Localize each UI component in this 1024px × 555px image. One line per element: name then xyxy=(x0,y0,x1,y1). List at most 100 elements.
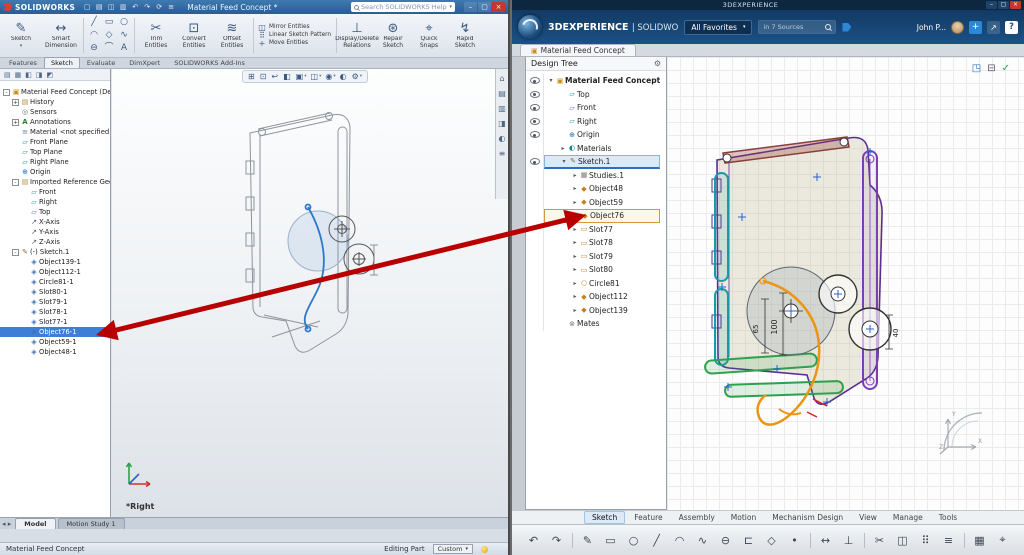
sketch-pencil-icon[interactable]: ✎ xyxy=(580,534,596,547)
tree-expander-icon[interactable]: ▸ xyxy=(559,145,567,152)
rebuild-icon[interactable]: ⟳ xyxy=(154,3,164,11)
add-content-button[interactable]: + xyxy=(969,21,982,34)
line-icon[interactable]: ╱ xyxy=(649,534,665,547)
offset-entities-button[interactable]: ≋ Offset Entities xyxy=(214,15,250,56)
sw-resources-icon[interactable]: ⌂ xyxy=(499,74,504,83)
design-tree-item[interactable]: ▸ Materials xyxy=(526,142,666,156)
separator[interactable] xyxy=(964,533,965,548)
feature-tree-item[interactable]: - (-) Sketch.1 xyxy=(0,247,110,257)
restore-button[interactable]: ▢ xyxy=(998,1,1009,9)
point-icon[interactable]: • xyxy=(787,534,803,547)
new-document-icon[interactable]: ▢ xyxy=(82,3,92,11)
fillet-tool-icon[interactable]: ⌒ xyxy=(102,42,116,55)
design-library-icon[interactable]: ▤ xyxy=(498,89,506,98)
visibility-eye-icon[interactable] xyxy=(530,104,540,111)
configurations-tab-icon[interactable]: ◧ xyxy=(25,71,32,79)
tab-assembly[interactable]: Assembly xyxy=(672,512,722,523)
feature-tree-item[interactable]: Right Plane xyxy=(0,157,110,167)
visibility-eye-icon[interactable] xyxy=(530,118,540,125)
mirror-icon[interactable]: ◫ xyxy=(895,534,911,547)
redo-icon[interactable]: ↷ xyxy=(549,534,565,547)
circle-icon[interactable]: ○ xyxy=(626,534,642,547)
search-scope-caret-icon[interactable]: ▾ xyxy=(449,4,452,10)
separator[interactable] xyxy=(572,533,573,548)
feature-tree-item[interactable]: Material <not specified> xyxy=(0,127,110,137)
units-selector[interactable]: Custom ▾ xyxy=(433,544,473,554)
design-tree-item[interactable]: ▾ Sketch.1 xyxy=(526,155,666,169)
tree-expander-icon[interactable]: ▸ xyxy=(571,239,579,246)
polygon-tool-icon[interactable]: ◇ xyxy=(102,29,116,42)
design-tree-item[interactable]: ▸ Slot77 xyxy=(526,223,666,237)
visibility-eye-icon[interactable] xyxy=(530,77,540,84)
arc-tool-icon[interactable]: ◠ xyxy=(87,29,101,42)
sw-help-search-input[interactable]: Search SOLIDWORKS Help ▾ xyxy=(351,2,455,12)
file-explorer-icon[interactable]: ▥ xyxy=(498,104,506,113)
model-tab[interactable]: Model xyxy=(15,518,55,529)
displaymanager-tab-icon[interactable]: ◩ xyxy=(47,71,54,79)
feature-tree-item[interactable]: Sensors xyxy=(0,107,110,117)
feature-tree-item[interactable]: - Imported Reference Geome... xyxy=(0,177,110,187)
appearances-icon[interactable]: ◐ xyxy=(499,134,506,143)
design-tree-item[interactable]: ▸ Object76 xyxy=(526,209,666,223)
featuremanager-tab-icon[interactable]: ▤ xyxy=(4,71,11,79)
feature-tree-item[interactable]: Slot80-1 xyxy=(0,287,110,297)
repair-sketch-button[interactable]: ⊛ Repair Sketch xyxy=(376,15,410,56)
tree-expander-icon[interactable]: ▸ xyxy=(571,280,579,287)
separator[interactable] xyxy=(864,533,865,548)
polygon-icon[interactable]: ◇ xyxy=(764,534,780,547)
gear-icon[interactable]: ⚙ xyxy=(654,59,661,68)
convert-entities-button[interactable]: ⊡ Convert Entities xyxy=(176,15,212,56)
feature-tree-item[interactable]: Object139-1 xyxy=(0,257,110,267)
visibility-eye-icon[interactable] xyxy=(530,91,540,98)
feature-tree-item[interactable]: Object76-1 xyxy=(0,327,110,337)
undo-icon[interactable]: ↶ xyxy=(526,534,542,547)
rectangle-tool-icon[interactable]: ▭ xyxy=(102,16,116,29)
tab-view[interactable]: View xyxy=(852,512,884,523)
display-delete-relations-button[interactable]: ⊥ Display/Delete Relations xyxy=(340,15,374,56)
trim-icon[interactable]: ✂ xyxy=(872,534,888,547)
propertymanager-tab-icon[interactable]: ▦ xyxy=(15,71,22,79)
close-button[interactable]: × xyxy=(1010,1,1021,9)
edit-appearance-icon[interactable]: ◐ xyxy=(340,72,348,81)
close-button[interactable]: × xyxy=(492,2,505,12)
tree-expander-icon[interactable]: ▸ xyxy=(571,307,579,314)
snap-icon[interactable]: ⌖ xyxy=(995,533,1011,547)
tab-manage[interactable]: Manage xyxy=(886,512,930,523)
design-tree-item[interactable]: Right xyxy=(526,115,666,129)
design-tree-item[interactable]: Mates xyxy=(526,317,666,331)
feature-tree-item[interactable]: Slot78-1 xyxy=(0,307,110,317)
mirror-entities-button[interactable]: ◫ Mirror Entities xyxy=(257,24,333,31)
view-settings-icon[interactable]: ⚙ ▾ xyxy=(352,72,362,81)
zoom-fit-icon[interactable]: ⊞ xyxy=(248,72,256,81)
document-tab[interactable]: ▣ Material Feed Concept xyxy=(520,44,636,56)
tab-motion[interactable]: Motion xyxy=(724,512,763,523)
feature-tree-item[interactable]: Z-Axis xyxy=(0,237,110,247)
tag-icon[interactable] xyxy=(842,23,851,32)
view-mode-icon[interactable]: ◳ xyxy=(972,63,981,74)
feature-tree-item[interactable]: Slot77-1 xyxy=(0,317,110,327)
feature-tree-item[interactable]: + History xyxy=(0,97,110,107)
tree-expander-icon[interactable]: ▾ xyxy=(560,158,568,165)
design-tree-item[interactable]: ▾ Material Feed Concept xyxy=(526,74,666,88)
zoom-area-icon[interactable]: ⊡ xyxy=(260,72,268,81)
sw-viewport[interactable]: ⊞ ⊡ ↩ xyxy=(112,69,508,517)
spline-icon[interactable]: ∿ xyxy=(695,534,711,547)
quick-snaps-button[interactable]: ⌖ Quick Snaps xyxy=(412,15,446,56)
circle-tool-icon[interactable]: ○ xyxy=(117,16,131,29)
spline-tool-icon[interactable]: ∿ xyxy=(117,29,131,42)
tree-expander-icon[interactable]: + xyxy=(12,99,19,106)
design-tree-item[interactable]: Origin xyxy=(526,128,666,142)
feature-tree-item[interactable]: Circle81-1 xyxy=(0,277,110,287)
trim-entities-button[interactable]: ✂ Trim Entities xyxy=(138,15,174,56)
tab-feature[interactable]: Feature xyxy=(627,512,669,523)
design-tree-item[interactable]: ▸ Object112 xyxy=(526,290,666,304)
grid-icon[interactable]: ▦ xyxy=(972,534,988,547)
display-list-icon[interactable]: ⊟ xyxy=(987,63,995,74)
restore-button[interactable]: ▢ xyxy=(478,2,491,12)
dimension-icon[interactable]: ↔ xyxy=(818,534,834,547)
hide-show-icon[interactable]: ◉ ▾ xyxy=(325,72,335,81)
sketch-tool-button[interactable]: ✎ Sketch ▾ xyxy=(2,15,40,56)
feature-tree-item[interactable]: Right xyxy=(0,197,110,207)
feature-tree-item[interactable]: Object59-1 xyxy=(0,337,110,347)
design-tree-item[interactable]: ▸ Studies.1 xyxy=(526,169,666,183)
